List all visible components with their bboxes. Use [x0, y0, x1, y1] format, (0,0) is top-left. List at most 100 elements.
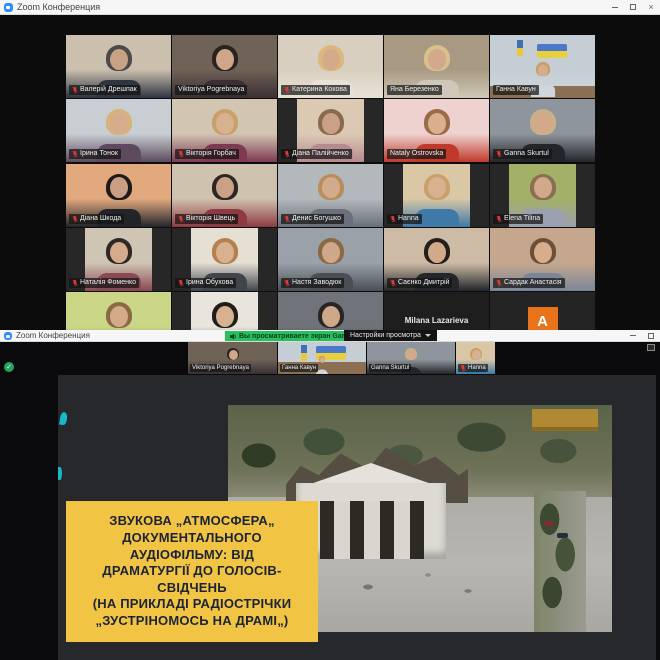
mic-muted-icon	[72, 86, 78, 94]
mic-muted-icon	[178, 150, 184, 158]
participant-video	[191, 292, 258, 330]
participant-tile[interactable]: Hanna	[384, 164, 489, 227]
person-silhouette	[66, 292, 171, 330]
mic-muted-icon	[390, 279, 396, 287]
participant-name: Яна Березенко	[390, 85, 439, 95]
participant-name: Вікторія Горбач	[186, 149, 236, 159]
participant-name-label: Діана Шкода	[69, 214, 124, 224]
minimize-button[interactable]	[624, 330, 642, 341]
participant-name: Валерій Дрешпак	[80, 85, 137, 95]
annotation-pointer-icon	[58, 467, 62, 480]
maximize-button[interactable]	[642, 330, 660, 341]
participant-name-label: Валерій Дрешпак	[69, 85, 140, 95]
avatar: A	[528, 307, 558, 330]
mic-muted-icon	[496, 279, 502, 287]
participant-name-label: Ганна Кавун	[280, 364, 318, 372]
mic-muted-icon	[460, 364, 466, 372]
mic-muted-icon	[284, 215, 290, 223]
chevron-down-icon	[425, 334, 431, 337]
participant-name: Ganna Skurtul	[504, 149, 549, 159]
participant-name-label: Наталія Фоменко	[69, 278, 139, 288]
annotation-pointer-icon	[59, 412, 68, 426]
participant-tile[interactable]: Elena Tilina	[490, 164, 595, 227]
participant-tile[interactable]: Влад Галич	[278, 292, 383, 330]
participant-name: Hanna	[398, 214, 419, 224]
participant-tile[interactable]: Ірина Обухова	[172, 228, 277, 291]
participant-tile[interactable]: Юлія Слободенюк	[66, 292, 171, 330]
participant-name: Ганна Кавун	[282, 364, 316, 372]
maximize-button[interactable]	[624, 0, 642, 14]
photo-roadside-trees	[534, 491, 586, 632]
participant-tile[interactable]: Сардак Анастасія	[490, 228, 595, 291]
participant-name: Ганна Кавун	[496, 85, 536, 95]
slide-title-text: ЗВУКОВА „АТМОСФЕРА„ ДОКУМЕНТАЛЬНОГО АУДІ…	[93, 513, 292, 629]
participant-tile[interactable]: Катерина Кокова	[278, 35, 383, 98]
titlebar[interactable]: Zoom Конференция	[0, 0, 660, 15]
window-controls	[606, 0, 660, 14]
mic-muted-icon	[72, 150, 78, 158]
participant-name-label: Яна Березенко	[387, 85, 442, 95]
participant-name: Ірина Тонок	[80, 149, 118, 159]
participant-tile[interactable]: Діана Палійченко	[278, 99, 383, 162]
participant-tile[interactable]: Діана Шкода	[66, 164, 171, 227]
participant-tile[interactable]: Viktoriya Pogrebnaya	[188, 342, 277, 374]
participant-tile[interactable]: Вікторія Швець	[172, 164, 277, 227]
window-controls	[624, 330, 660, 341]
participant-name-label: Viktoriya Pogrebnaya	[175, 85, 247, 95]
close-button[interactable]	[642, 0, 660, 14]
participant-name-label: Вікторія Горбач	[175, 149, 239, 159]
participant-tile[interactable]: Ганна Кавун	[490, 35, 595, 98]
participant-tile[interactable]: Настя Заводюк	[278, 228, 383, 291]
participant-name-label: Ірина Тонок	[69, 149, 121, 159]
participant-name-label: Hanna	[458, 364, 488, 372]
minimize-button[interactable]	[606, 0, 624, 14]
participant-tile[interactable]: A Анастасія Семенюк	[490, 292, 595, 330]
participant-name: Катерина Кокова	[292, 85, 347, 95]
participant-tile[interactable]: Milana Lazarieva Milana Lazarieva	[384, 292, 489, 330]
participant-tile[interactable]: Денис Богушко	[278, 164, 383, 227]
participant-tile[interactable]: Яна Березенко	[384, 35, 489, 98]
slide-title-box: ЗВУКОВА „АТМОСФЕРА„ ДОКУМЕНТАЛЬНОГО АУДІ…	[66, 501, 318, 642]
participant-video	[278, 292, 383, 330]
participant-name: Настя Заводюк	[292, 278, 341, 288]
participant-tile[interactable]: Viktoriya Pogrebnaya	[172, 35, 277, 98]
participant-tile[interactable]: Наталія Фоменко	[66, 228, 171, 291]
participant-tile[interactable]: Ganna Skurtul	[367, 342, 455, 374]
participant-tile[interactable]: Ганна Кавун	[278, 342, 366, 374]
participant-tile[interactable]: Hanna	[456, 342, 495, 374]
participant-name-label: Elena Tilina	[493, 214, 543, 224]
view-settings-button[interactable]: Настройки просмотра	[344, 330, 437, 341]
window-title: Zoom Конференция	[16, 331, 90, 340]
shared-screen: ДЕТИ ЗВУКОВА „АТМОСФЕРА„ ДОКУМЕНТАЛЬНОГО…	[0, 342, 660, 660]
participant-name: Ganna Skurtul	[371, 364, 409, 372]
participant-tile[interactable]: Ganna Skurtul	[490, 99, 595, 162]
view-mode-icon[interactable]	[647, 344, 655, 351]
mic-muted-icon	[178, 215, 184, 223]
screen: Zoom Конференция Валерій Дрешпак Viktori…	[0, 0, 660, 660]
participant-name-label: Ганна Кавун	[493, 85, 539, 95]
participant-name: Наталія Фоменко	[80, 278, 136, 288]
participant-name-label: Viktoriya Pogrebnaya	[190, 364, 251, 372]
photo-car	[544, 521, 554, 526]
zoom-gallery-window: Zoom Конференция Валерій Дрешпак Viktori…	[0, 0, 660, 330]
view-settings-label: Настройки просмотра	[350, 332, 421, 339]
participant-name: Вікторія Швець	[186, 214, 235, 224]
participant-tile[interactable]: Вікторія Тертична	[172, 292, 277, 330]
filmstrip: Viktoriya Pogrebnaya Ганна Кавун Ganna S…	[0, 341, 660, 375]
photo-debris	[288, 563, 488, 603]
zoom-logo-icon	[4, 332, 12, 340]
participant-name: Elena Tilina	[504, 214, 540, 224]
mic-muted-icon	[284, 86, 290, 94]
presentation-slide: ДЕТИ ЗВУКОВА „АТМОСФЕРА„ ДОКУМЕНТАЛЬНОГО…	[58, 375, 656, 660]
participant-name-label: Діана Палійченко	[281, 149, 352, 159]
participant-name-label: Ganna Skurtul	[493, 149, 552, 159]
encryption-shield-icon[interactable]	[4, 362, 14, 372]
participant-tile[interactable]: Саєнко Дмитрій	[384, 228, 489, 291]
participant-tile[interactable]: Валерій Дрешпак	[66, 35, 171, 98]
participant-tile[interactable]: Вікторія Горбач	[172, 99, 277, 162]
participant-tile[interactable]: Nataly Ostrovska	[384, 99, 489, 162]
participant-name: Діана Палійченко	[292, 149, 349, 159]
mic-muted-icon	[72, 215, 78, 223]
participant-tile[interactable]: Ірина Тонок	[66, 99, 171, 162]
mic-muted-icon	[284, 279, 290, 287]
